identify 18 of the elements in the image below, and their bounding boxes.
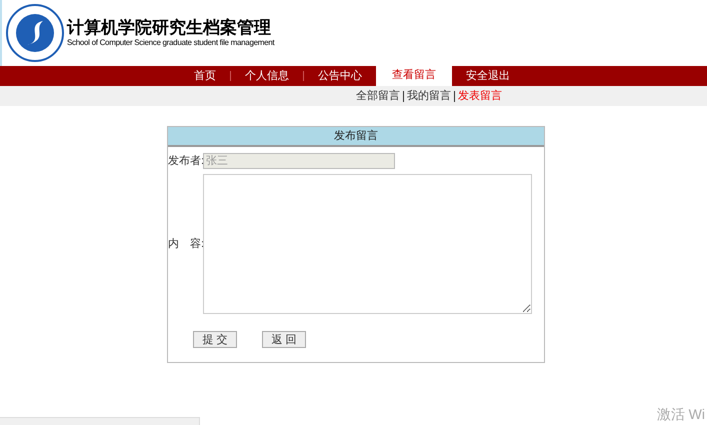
nav-tab[interactable]: 个人信息	[231, 66, 303, 86]
site-subtitle: School of Computer Science graduate student file management	[67, 38, 274, 48]
sub-nav-link[interactable]: 全部留言	[356, 88, 400, 104]
school-logo-icon	[5, 3, 65, 63]
sub-nav-link[interactable]: 发表留言	[458, 88, 502, 104]
form-button[interactable]: 提 交	[193, 331, 237, 348]
nav-tab[interactable]: 安全退出	[452, 66, 524, 86]
activation-notice: 激活 Wi	[656, 405, 705, 424]
content-field[interactable]	[203, 174, 532, 314]
author-label: 发布者:	[168, 154, 203, 169]
site-title: 计算机学院研究生档案管理	[67, 18, 272, 38]
sub-nav-link[interactable]: 我的留言	[407, 88, 451, 104]
nav-tab[interactable]: 公告中心	[304, 66, 376, 86]
nav-tab[interactable]: 首页	[180, 66, 230, 86]
form-title: 发布留言	[168, 127, 544, 147]
form-button[interactable]: 返 回	[262, 331, 306, 348]
nav-tab[interactable]: 查看留言	[376, 64, 452, 86]
content-label: 内 容:	[168, 236, 203, 252]
